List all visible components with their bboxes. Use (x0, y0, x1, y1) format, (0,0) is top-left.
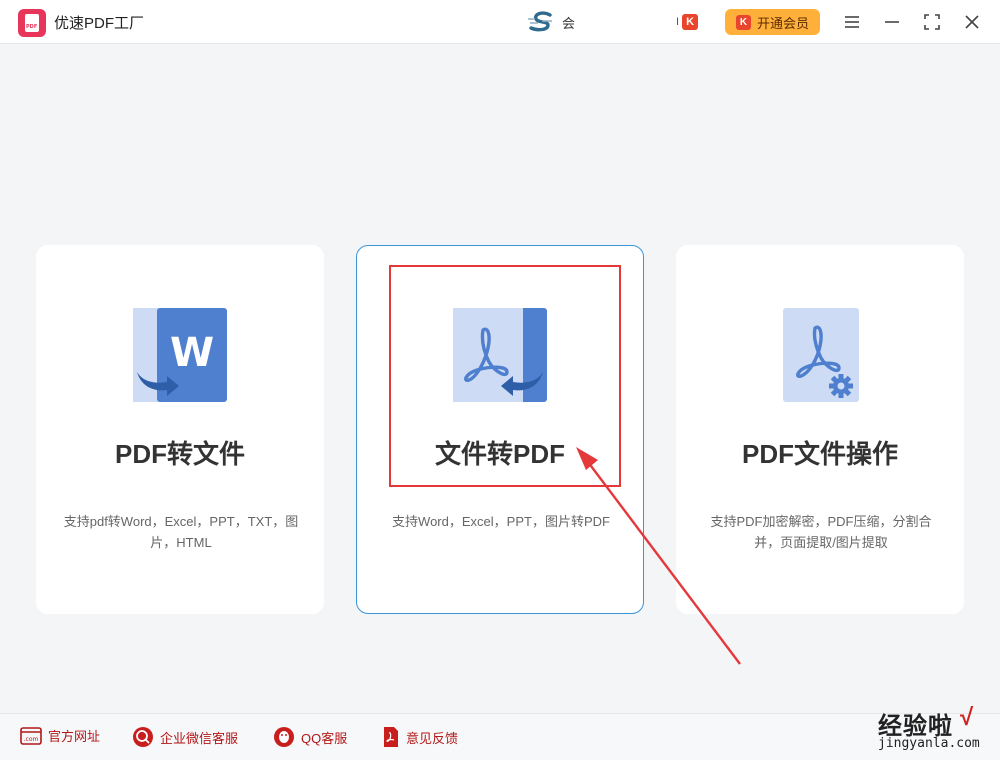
app-logo-icon: PDF (18, 9, 46, 37)
file-to-pdf-card[interactable]: 文件转PDF 支持Word，Excel，PPT，图片转PDF (356, 245, 644, 614)
maximize-icon (924, 14, 940, 30)
svg-text:.com: .com (24, 736, 39, 743)
watermark: 经验啦 √ jingyanla.com (872, 704, 990, 754)
vip-mini-prefix: I (676, 16, 680, 28)
vip-k-icon: K (735, 14, 751, 30)
card-description: 支持PDF加密解密，PDF压缩，分割合并，页面提取/图片提取 (710, 514, 932, 550)
minimize-icon (885, 21, 899, 23)
close-icon (965, 15, 979, 29)
menu-button[interactable] (840, 10, 864, 34)
close-button[interactable] (960, 10, 984, 34)
watermark-url: jingyanla.com (878, 736, 980, 751)
user-name: 会 (562, 15, 576, 31)
pdf-document-icon (453, 308, 549, 404)
card-description: 支持pdf转Word，Excel，PPT，TXT，图片，HTML (63, 514, 299, 550)
card-description: 支持Word，Excel，PPT，图片转PDF (392, 514, 610, 529)
card-title: PDF转文件 (114, 439, 245, 469)
word-document-icon: W (133, 308, 229, 404)
pdf-settings-icon (783, 308, 879, 404)
user-avatar-icon (528, 11, 552, 32)
footer-bar: .com 官方网址 企业微信客服 QQ客服 意见反馈 (0, 713, 1000, 760)
open-vip-button[interactable]: K 开通会员 (725, 9, 820, 35)
card-title: 文件转PDF (434, 439, 565, 469)
wechat-service-link[interactable]: 企业微信客服 (132, 726, 238, 748)
wechat-service-label: 企业微信客服 (160, 730, 239, 746)
app-title: 优速PDF工厂 (54, 15, 145, 32)
pdf-to-file-card[interactable]: W PDF转文件 支持pdf转Word，Excel，PPT，TXT，图片，HTM… (36, 245, 324, 614)
title-bar: PDF 优速PDF工厂 会 I K K 开通会员 (0, 0, 1000, 44)
website-icon: .com (20, 726, 42, 745)
feedback-label: 意见反馈 (406, 730, 459, 746)
official-website-link[interactable]: .com 官方网址 (20, 726, 100, 745)
vip-mini-badge[interactable]: I K (676, 14, 699, 30)
qq-service-link[interactable]: QQ客服 (273, 726, 347, 748)
minimize-button[interactable] (880, 10, 904, 34)
feedback-link[interactable]: 意见反馈 (382, 726, 458, 748)
watermark-check: √ (960, 704, 974, 731)
svg-text:W: W (170, 330, 214, 376)
qq-service-label: QQ客服 (301, 730, 348, 746)
qq-icon (274, 727, 294, 747)
feedback-icon (384, 727, 398, 747)
card-title: PDF文件操作 (741, 439, 898, 469)
open-vip-label: 开通会员 (756, 15, 809, 31)
app-logo-text: PDF (26, 24, 38, 30)
vip-mini-k-icon: K (682, 14, 699, 30)
wechat-service-icon (133, 727, 153, 747)
menu-icon (845, 16, 859, 28)
user-account[interactable]: 会 (528, 11, 575, 33)
maximize-button[interactable] (920, 10, 944, 34)
official-website-label: 官方网址 (48, 729, 101, 744)
pdf-operations-card[interactable]: PDF文件操作 支持PDF加密解密，PDF压缩，分割合并，页面提取/图片提取 (676, 245, 964, 614)
